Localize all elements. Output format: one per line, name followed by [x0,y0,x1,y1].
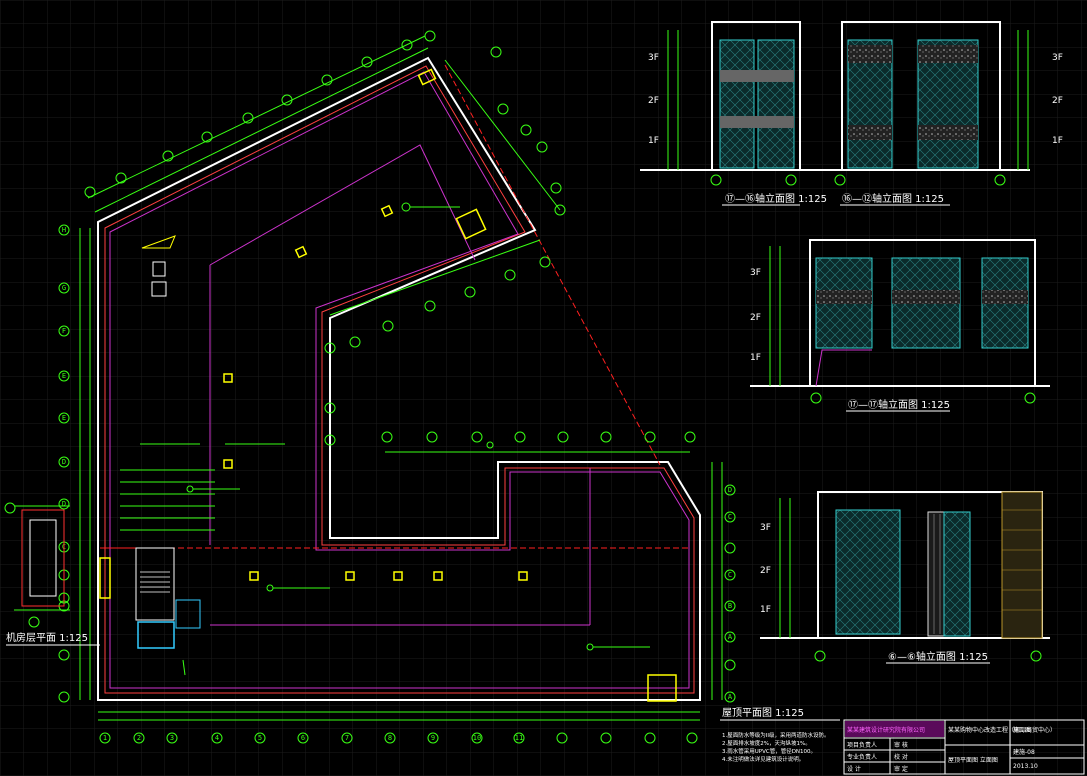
axis-label: C [728,513,732,521]
axis-label: D [728,486,732,494]
floor-mark: 1F [760,605,771,615]
drawing-date: 2013.10 [1013,763,1038,770]
title-check: 审 定 [894,765,908,773]
elevation-c-title: ⑰—⑰轴立面图 1:125 [848,398,950,411]
title-check: 审 核 [894,741,908,749]
axis-label: B [728,602,732,610]
note-line: 1.屋面防水等级为II级，采用两道防水设防。 [722,731,830,739]
title-row: 设 计 [847,765,861,773]
axis-label: 11 [515,734,523,742]
axis-label: 3 [170,734,174,742]
title-row: 项目负责人 [847,741,877,749]
axis-label: 6 [301,734,305,742]
note-line: 3.雨水管采用UPVC管，管径DN100。 [722,747,816,755]
floor-mark: 2F [648,96,659,106]
floor-mark: 1F [648,136,659,146]
axis-label: 9 [431,734,435,742]
title-check: 校 对 [894,753,908,761]
floor-mark: 2F [750,313,761,323]
axis-label: E [62,414,66,422]
elevation-d-title: ⑥—⑥轴立面图 1:125 [888,650,988,663]
axis-label: D [62,500,66,508]
axis-label: G [62,284,66,292]
axis-label: 7 [345,734,349,742]
drawing-number: 建施-08 [1013,748,1035,756]
floor-mark: 1F [1052,136,1063,146]
floor-mark: 3F [1052,53,1063,63]
drawing-name: 屋顶平面图 立面图 [948,756,998,764]
axis-label: C [728,571,732,579]
cad-drawing-canvas[interactable]: 1 2 3 4 5 6 7 8 9 10 11 H G F E E D D C … [0,0,1087,776]
title-row: 专业负责人 [847,753,877,761]
axis-label: 2 [137,734,141,742]
axis-label: 4 [215,734,219,742]
axis-label: 10 [473,734,481,742]
note-line: 2.屋面排水坡度2%，天沟纵坡1%。 [722,739,811,747]
axis-label: H [62,226,66,234]
elevation-b-title: ⑯—⑫轴立面图 1:125 [842,192,944,205]
note-line: 4.未注明做法详见建筑设计说明。 [722,755,804,763]
axis-label: D [62,458,66,466]
floor-mark: 1F [750,353,761,363]
elevation-a-title: ⑰—⑯轴立面图 1:125 [725,192,827,205]
stair-roof-title: 机房层平面 1:125 [6,631,88,644]
floor-mark: 2F [1052,96,1063,106]
floor-mark: 3F [760,523,771,533]
axis-label: E [62,372,66,380]
floor-mark: 3F [648,53,659,63]
drawing-stage: 施工图 [1013,726,1031,734]
project-name: 某某购物中心改造工程（国际商贸中心） [948,726,1056,734]
floor-mark: 3F [750,268,761,278]
floor-mark: 2F [760,566,771,576]
axis-label: 1 [103,734,107,742]
axis-label: 5 [258,734,262,742]
company-name: 某某建筑设计研究院有限公司 [847,726,925,734]
axis-label: F [62,327,66,335]
roof-plan-title: 屋顶平面图 1:125 [722,707,804,719]
axis-label: 8 [388,734,392,742]
